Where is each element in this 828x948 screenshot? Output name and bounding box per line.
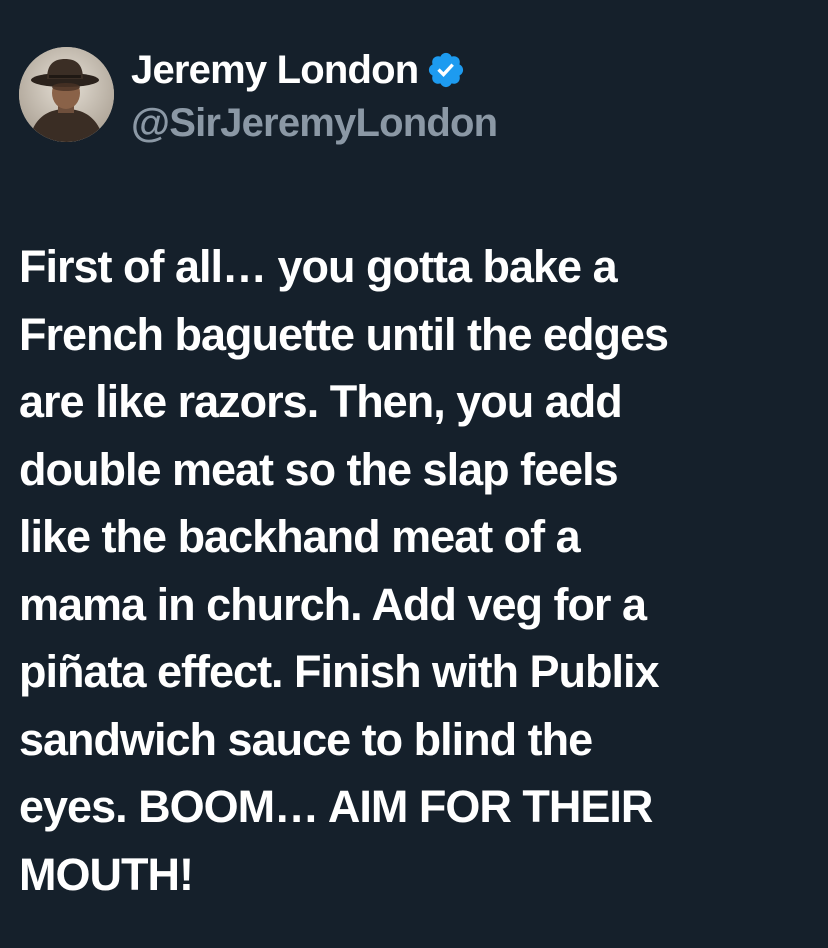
author-name-row: Jeremy London (131, 44, 466, 96)
avatar-cowboy-hat-icon (19, 47, 114, 142)
author-handle[interactable]: @SirJeremyLondon (131, 101, 498, 146)
tweet-card: Jeremy London @SirJeremyLondon First of … (0, 0, 828, 948)
author-display-name[interactable]: Jeremy London (131, 48, 419, 93)
tweet-text: First of all… you gotta bake a French ba… (19, 241, 669, 900)
author-avatar[interactable] (19, 47, 114, 142)
verified-badge-icon (426, 50, 466, 90)
